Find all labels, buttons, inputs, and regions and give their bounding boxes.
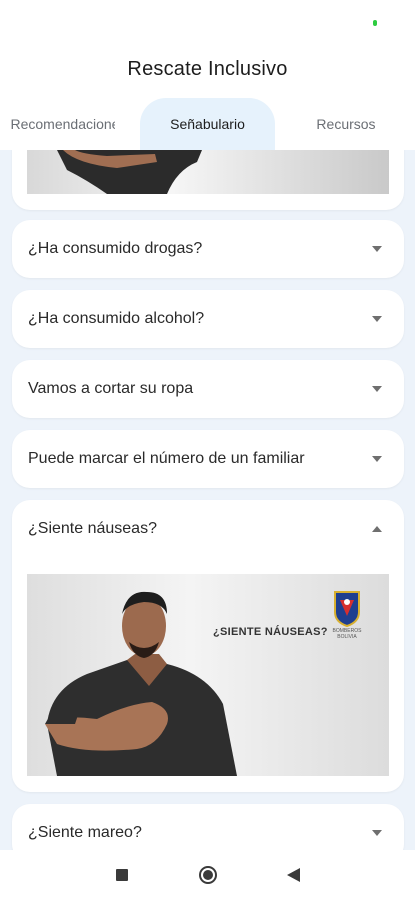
system-nav-bar: [0, 850, 415, 900]
chevron-down-icon[interactable]: [366, 238, 388, 260]
tab-senabulario[interactable]: Señabulario: [140, 98, 275, 150]
expanded-item-card: [12, 150, 404, 210]
circle-icon[interactable]: [197, 864, 219, 886]
sign-video[interactable]: BOMBEROS BOLIVIA ¿SIENTE NÁUSEAS?: [27, 574, 389, 776]
sign-video[interactable]: [27, 150, 389, 194]
chevron-down-icon[interactable]: [366, 308, 388, 330]
chevron-down-icon[interactable]: [366, 378, 388, 400]
triangle-back-icon[interactable]: [282, 864, 304, 886]
video-caption: ¿SIENTE NÁUSEAS?: [213, 626, 328, 638]
item-label: Vamos a cortar su ropa: [28, 380, 194, 397]
status-indicator: [373, 20, 377, 26]
item-label: Puede marcar el número de un familiar: [28, 450, 305, 467]
expanded-item-card[interactable]: ¿Siente náuseas? BOMBEROS BOLIVIA ¿SIENT…: [12, 500, 404, 792]
item-card[interactable]: Vamos a cortar su ropa: [12, 360, 404, 418]
item-label: ¿Siente mareo?: [28, 824, 142, 841]
chevron-up-icon[interactable]: [366, 518, 388, 540]
item-card[interactable]: ¿Ha consumido alcohol?: [12, 290, 404, 348]
item-label: ¿Siente náuseas?: [28, 520, 157, 537]
status-bar: [0, 0, 415, 40]
tab-bar: Recomendaciones Señabulario Recursos: [0, 98, 415, 150]
item-card[interactable]: ¿Ha consumido drogas?: [12, 220, 404, 278]
item-label: ¿Ha consumido alcohol?: [28, 310, 205, 327]
chevron-down-icon[interactable]: [366, 448, 388, 470]
fire-department-logo: [331, 588, 363, 628]
item-card[interactable]: ¿Siente mareo?: [12, 804, 404, 850]
square-icon[interactable]: [111, 864, 133, 886]
content-list[interactable]: ¿Ha consumido drogas? ¿Ha consumido alco…: [0, 150, 415, 850]
item-card[interactable]: Puede marcar el número de un familiar: [12, 430, 404, 488]
tab-recomendaciones[interactable]: Recomendaciones: [0, 98, 125, 150]
tab-label: Recomendaciones: [10, 116, 115, 132]
tab-recursos[interactable]: Recursos: [290, 98, 402, 150]
interpreter-image: [57, 150, 202, 194]
chevron-down-icon[interactable]: [366, 822, 388, 844]
app-title: Rescate Inclusivo: [127, 58, 288, 80]
item-label: ¿Ha consumido drogas?: [28, 240, 203, 257]
logo-caption: BOMBEROS BOLIVIA: [332, 628, 362, 640]
